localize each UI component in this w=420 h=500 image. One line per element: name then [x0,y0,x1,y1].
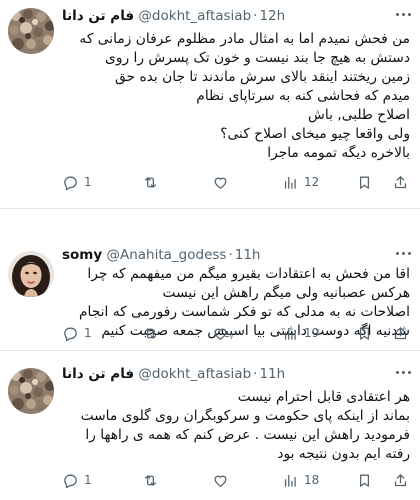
views-button[interactable]: 19 [282,323,319,343]
more-icon[interactable] [396,371,412,377]
avatar-image [8,8,54,54]
bookmark-icon [359,474,370,487]
tweet-text-line: زمین ریختند اینقد بالای سرش ماندند تا جا… [115,69,410,85]
reply-button[interactable]: 1 [62,323,92,343]
like-button[interactable] [212,323,234,343]
tweet-text-line: فرمودید راهش این نیست . عرض کنم که همه ی… [85,427,410,443]
tweet-text-line: اقا من فحش به اعتقادات بقیرو میگم من میف… [87,266,410,282]
like-icon [214,328,227,340]
action-bar: 1 12 [62,172,412,192]
share-button[interactable] [392,470,409,490]
share-icon [394,326,407,339]
action-bar: 1 19 [62,323,412,343]
timestamp[interactable]: 11h [235,247,261,263]
tweet-header: فام تن دانا @dokht_aftasiab · 11h [62,364,285,384]
tweet-text-line: اصلاحات نه به مدلی که تو فکر شماست رفورم… [78,304,410,320]
views-button[interactable]: 18 [282,470,319,490]
bookmark-icon [359,176,370,189]
display-name[interactable]: فام تن دانا [62,8,134,24]
views-button[interactable]: 12 [282,172,319,192]
share-button[interactable] [392,323,409,343]
reply-button[interactable]: 1 [62,470,92,490]
tweet-text-line: من فحش نمیدم اما به امثال مادر مظلوم عرف… [79,31,410,47]
bookmark-button[interactable] [356,470,373,490]
display-name[interactable]: somy [62,247,102,263]
views-icon [284,327,296,340]
handle[interactable]: @dokht_aftasiab [138,366,251,382]
timestamp[interactable]: 12h [259,8,285,24]
separator: · [253,366,258,382]
tweet-text-line: بماند از اینکه پای حکومت و سرکوبگران روی… [80,408,410,424]
retweet-icon [144,176,157,188]
views-icon [284,474,296,487]
handle[interactable]: @dokht_aftasiab [138,8,251,24]
separator: · [253,8,258,24]
tweet-text-line: میدم که فحاشی کنه به سرتاپای نظام [196,88,410,104]
retweet-button[interactable] [142,470,164,490]
tweet[interactable]: فام تن دانا @dokht_aftasiab · 11h هر اعتقا… [0,362,420,500]
avatar[interactable] [8,368,54,414]
bookmark-button[interactable] [356,172,373,192]
avatar[interactable] [8,8,54,54]
views-count: 19 [304,326,320,340]
retweet-button[interactable] [142,323,164,343]
divider [0,350,420,351]
retweet-icon [144,327,157,339]
share-button[interactable] [392,172,409,192]
reply-icon [64,474,77,488]
tweet-text-line: هر اعتقادی قابل احترام نیست [237,389,410,405]
views-count: 12 [304,175,320,189]
share-icon [394,175,407,188]
timestamp[interactable]: 11h [259,366,285,382]
reply-icon [64,327,77,341]
retweet-icon [144,474,157,486]
like-button[interactable] [212,470,234,490]
tweet-text-line: دستش به هیچ جا بند نیست و خون تک پسرش را… [105,50,410,66]
reply-count: 1 [84,473,92,487]
avatar-image [8,368,54,414]
reply-button[interactable]: 1 [62,172,92,192]
display-name[interactable]: فام تن دانا [62,366,134,382]
reply-icon [64,176,77,190]
tweet-text-line: رفته ایم بدون نتیجه بود [277,446,410,462]
action-bar: 1 18 [62,470,412,490]
avatar[interactable] [8,251,54,297]
tweet-header: somy @Anahita_godess · 11h [62,245,260,265]
tweet-header: فام تن دانا @dokht_aftasiab · 12h [62,6,285,26]
share-icon [394,473,407,486]
handle[interactable]: @Anahita_godess [106,247,226,263]
reply-count: 1 [84,175,92,189]
tweet-text-line: ولی واقعا چیو میخای اصلاح کنی؟ [220,126,410,142]
like-icon [214,177,227,189]
tweet[interactable]: somy @Anahita_godess · 11h اقا من فحش به ا… [0,243,420,353]
reply-count: 1 [84,326,92,340]
retweet-button[interactable] [142,172,164,192]
bookmark-icon [359,327,370,340]
tweet-text-line: اصلاح طلبی, باش [308,107,410,123]
like-button[interactable] [212,172,234,192]
more-icon[interactable] [396,252,412,258]
views-count: 18 [304,473,320,487]
tweet-text: هر اعتقادی قابل احترام نیست بماند از این… [65,388,410,464]
views-icon [284,176,296,189]
avatar-image [8,251,54,297]
more-icon[interactable] [396,13,412,19]
divider [0,208,420,209]
like-icon [214,475,227,487]
tweet[interactable]: فام تن دانا @dokht_aftasiab · 12h من فحش ن… [0,0,420,200]
tweet-text-line: هرکس عصبانیه ولی میگم راهش این نیست [162,285,410,301]
tweet-text-line: بالاخره دیگه تمومه ماجرا [267,145,410,161]
separator: · [228,247,233,263]
tweet-text: من فحش نمیدم اما به امثال مادر مظلوم عرف… [65,30,410,163]
bookmark-button[interactable] [356,323,373,343]
